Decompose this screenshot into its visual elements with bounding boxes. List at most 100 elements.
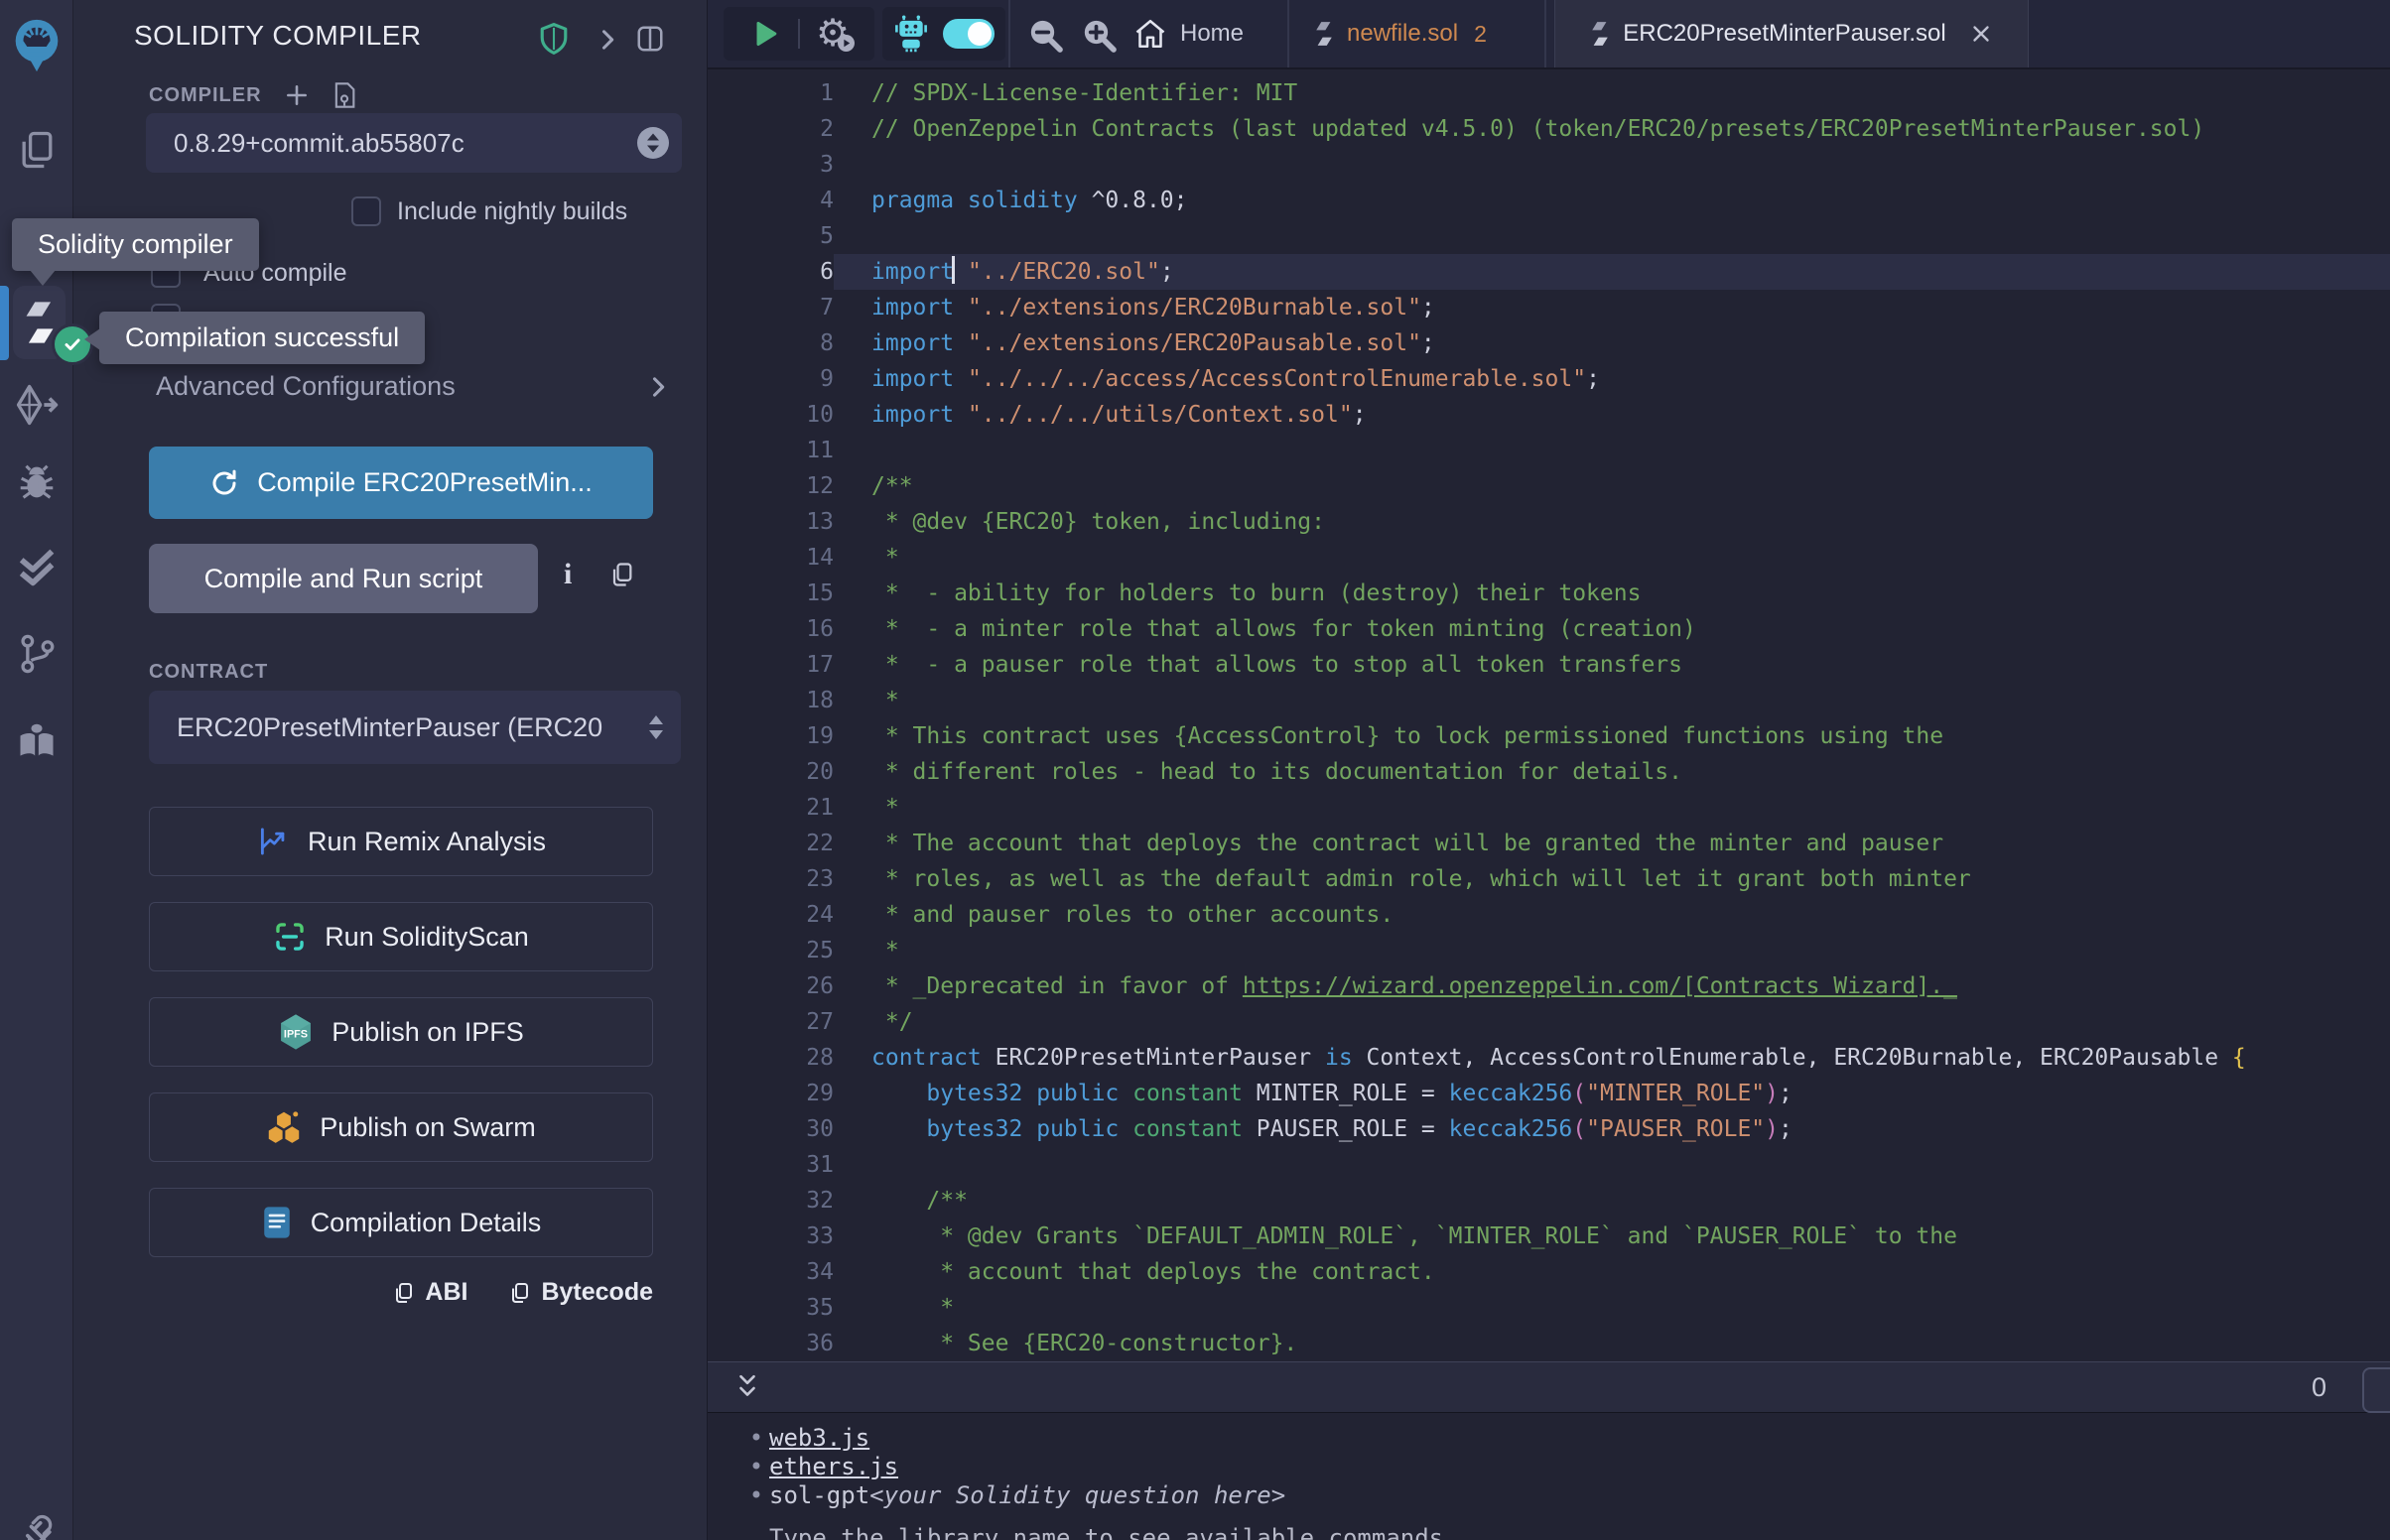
line-number: 16 [708,611,834,647]
tooltip-compilation-successful: Compilation successful [99,312,425,364]
zoom-out-icon[interactable] [1025,15,1065,55]
terminal-library-link[interactable]: ethers.js [769,1453,898,1480]
include-nightly-label: Include nightly builds [397,197,627,226]
solidity-file-icon [1313,20,1335,48]
expand-terminal-icon[interactable] [731,1371,763,1405]
compiler-version-value: 0.8.29+commit.ab55807c [174,128,465,159]
compiler-version-select[interactable]: 0.8.29+commit.ab55807c [146,113,682,173]
line-number: 28 [708,1040,834,1076]
chevron-right-icon [644,373,672,401]
line-number: 29 [708,1076,834,1111]
deploy-and-run-icon[interactable] [0,382,72,428]
copy-icon[interactable] [607,560,635,589]
compile-and-run-button[interactable]: Compile and Run script [149,544,538,613]
compilation-details-label: Compilation Details [311,1208,542,1238]
line-number: 14 [708,540,834,576]
contract-section-label: CONTRACT [149,661,268,684]
file-explorer-icon[interactable] [0,127,72,173]
play-icon[interactable] [748,17,782,51]
line-number: 9 [708,361,834,397]
add-compiler-icon[interactable] [284,82,310,108]
code-editor[interactable]: 1// SPDX-License-Identifier: MIT2// Open… [708,69,2390,1367]
line-number: 1 [708,75,834,111]
tooltip-arrow [84,328,100,350]
code-line: 25 * [708,933,2390,968]
tab-newfile[interactable]: newfile.sol 2 [1303,0,1497,67]
copy-icon [507,1280,531,1306]
shield-icon[interactable] [538,22,570,56]
tab-home-label: Home [1180,20,1244,48]
divider [798,19,800,49]
mini-play-icon [838,35,855,52]
tab-active-label: ERC20PresetMinterPauser.sol [1623,20,1945,48]
plugin-manager-icon[interactable] [0,1510,72,1540]
main-area: ⚙ [708,0,2390,1540]
toolbar-separator [1008,0,1010,67]
run-script-group: ⚙ [724,7,874,61]
bullet: • [743,1424,769,1452]
zoom-in-icon[interactable] [1079,15,1119,55]
compilation-details-button[interactable]: Compilation Details [149,1188,653,1257]
copy-abi-button[interactable]: ABI [391,1278,467,1307]
tab-newfile-badge: 2 [1474,21,1487,48]
static-analysis-icon[interactable] [0,545,72,590]
line-number: 27 [708,1004,834,1040]
publish-on-ipfs-button[interactable]: IPFS Publish on IPFS [149,997,653,1067]
info-icon[interactable]: i [564,558,572,591]
line-number: 19 [708,718,834,754]
code-line: 15 * - ability for holders to burn (dest… [708,576,2390,611]
close-icon[interactable] [1968,21,1994,47]
include-nightly-checkbox[interactable] [351,196,381,226]
debugger-icon[interactable] [0,459,72,505]
publish-on-swarm-label: Publish on Swarm [320,1112,536,1143]
contract-select[interactable]: ERC20PresetMinterPauser (ERC20 [149,691,681,764]
code-line: 30 bytes32 public constant PAUSER_ROLE =… [708,1111,2390,1147]
terminal-library-item: •ethers.js [708,1452,2390,1480]
solgpt-command[interactable]: sol-gpt [769,1481,869,1509]
code-line: 26 * _Deprecated in favor of https://wiz… [708,968,2390,1004]
publish-on-swarm-button[interactable]: Publish on Swarm [149,1092,653,1162]
remix-ide-window: SOLIDITY COMPILER COMPILER [0,0,2390,1540]
line-number: 26 [708,968,834,1004]
code-line: 22 * The account that deploys the contra… [708,826,2390,861]
learneth-icon[interactable] [0,719,72,763]
ai-copilot-toggle[interactable] [943,19,995,49]
code-line: 7import "../extensions/ERC20Burnable.sol… [708,290,2390,325]
run-remix-analysis-label: Run Remix Analysis [308,827,546,857]
tab-home[interactable]: Home [1123,0,1254,67]
advanced-configurations[interactable]: Advanced Configurations [156,371,672,402]
terminal-output: •web3.js•ethers.js • sol-gpt <your Solid… [708,1415,2390,1540]
line-number: 33 [708,1219,834,1254]
ai-robot-icon[interactable] [893,15,929,53]
git-icon[interactable] [0,631,72,677]
line-number: 13 [708,504,834,540]
line-number: 25 [708,933,834,968]
compiler-config-file-icon[interactable] [332,81,357,109]
tab-erc20presetminterpauser[interactable]: ERC20PresetMinterPauser.sol [1554,0,2029,67]
split-view-icon[interactable] [635,24,665,54]
code-line: 9import "../../../access/AccessControlEn… [708,361,2390,397]
copy-bytecode-button[interactable]: Bytecode [507,1278,653,1307]
run-remix-analysis-button[interactable]: Run Remix Analysis [149,807,653,876]
toggle-knob [968,22,992,46]
terminal-search-box[interactable] [2362,1367,2390,1413]
chevron-right-icon[interactable] [594,26,621,54]
script-config-gear-icon[interactable]: ⚙ [816,15,850,53]
tooltip-solidity-compiler: Solidity compiler [12,218,259,271]
terminal-library-list: •web3.js•ethers.js [708,1415,2390,1480]
line-number: 30 [708,1111,834,1147]
line-number: 10 [708,397,834,433]
line-number: 6 [708,254,834,290]
line-number: 2 [708,111,834,147]
bullet: • [743,1453,769,1480]
code-line: 14 * [708,540,2390,576]
compile-and-run-label: Compile and Run script [204,564,483,594]
terminal-library-link[interactable]: web3.js [769,1424,869,1452]
line-number: 4 [708,183,834,218]
analysis-chart-icon [256,825,290,858]
line-number: 32 [708,1183,834,1219]
contract-select-value: ERC20PresetMinterPauser (ERC20 [177,712,602,743]
remix-logo-icon[interactable] [0,14,72,75]
run-solidityscan-button[interactable]: Run SolidityScan [149,902,653,971]
compile-button[interactable]: Compile ERC20PresetMin... [149,447,653,519]
